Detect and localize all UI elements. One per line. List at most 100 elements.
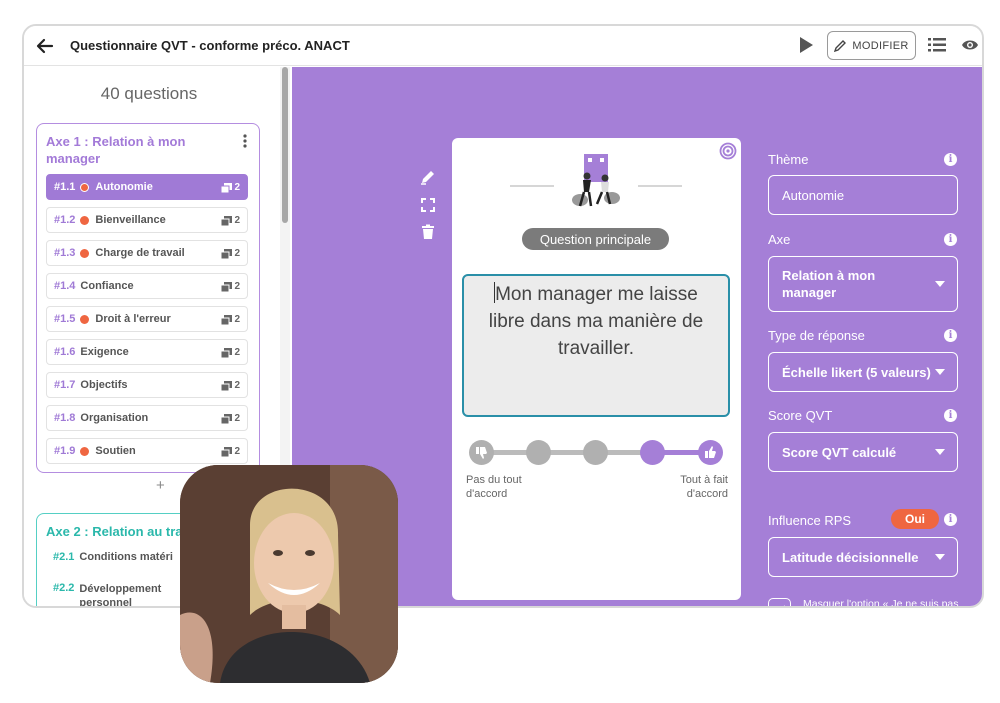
copy-icon (221, 215, 233, 226)
likert-option-2[interactable] (526, 440, 551, 465)
edit-pen-icon[interactable] (420, 169, 436, 185)
question-item[interactable]: #1.6 Exigence 2 (46, 339, 248, 365)
scale-left-label: Pas du tout d'accord (466, 474, 522, 500)
copy-count[interactable]: 2 (221, 380, 240, 391)
info-icon[interactable]: i (944, 233, 957, 246)
status-dot (80, 446, 90, 456)
pencil-icon (834, 40, 847, 52)
response-type-value: Échelle likert (5 valeurs) (782, 364, 931, 380)
question-label: Soutien (95, 445, 136, 457)
axe-card-1[interactable]: Axe 1 : Relation à mon manager #1.1 Auto… (36, 123, 260, 473)
question-number: #1.3 (54, 247, 76, 259)
axe-title: Axe 1 : Relation à mon manager (46, 134, 186, 166)
rps-label: Influence RPS (768, 513, 852, 528)
chevron-down-icon (935, 281, 945, 287)
copy-count[interactable]: 2 (221, 248, 240, 259)
theme-input[interactable]: Autonomie (768, 175, 958, 215)
response-type-select[interactable]: Échelle likert (5 valeurs) (768, 352, 958, 392)
trash-icon[interactable] (420, 224, 436, 240)
question-item[interactable]: #1.4 Confiance 2 (46, 273, 248, 299)
app-window: Questionnaire QVT - conforme préco. ANAC… (22, 24, 984, 608)
question-label: Bienveillance (95, 214, 166, 226)
copy-count[interactable]: 2 (221, 314, 240, 325)
question-item[interactable]: #1.8 Organisation 2 (46, 405, 248, 431)
axe-value: Relation à mon manager (782, 268, 876, 300)
question-card[interactable]: Question principale Mon manager me laiss… (452, 138, 741, 600)
question-number: #1.4 (54, 280, 76, 292)
info-icon[interactable]: i (944, 153, 957, 166)
hide-option-checkbox[interactable] (768, 598, 791, 606)
copy-count-value: 2 (234, 380, 240, 391)
sidebar-scroll-thumb[interactable] (282, 67, 288, 223)
copy-count-value: 2 (234, 215, 240, 226)
kebab-menu-icon[interactable] (243, 134, 247, 148)
copy-count[interactable]: 2 (221, 413, 240, 424)
page-title: Questionnaire QVT - conforme préco. ANAC… (70, 38, 350, 53)
score-value: Score QVT calculé (782, 444, 897, 460)
rps-select[interactable]: Latitude décisionnelle (768, 537, 958, 577)
question-label: Objectifs (80, 379, 128, 391)
check-icon (783, 605, 785, 606)
status-dot (80, 314, 90, 324)
list-icon[interactable] (928, 37, 946, 53)
meeting-illustration-icon (510, 154, 682, 207)
question-count: 40 questions (100, 84, 198, 103)
copy-count-value: 2 (234, 314, 240, 325)
question-label: Conditions matéri (79, 551, 173, 563)
rps-toggle-badge[interactable]: Oui (891, 509, 939, 529)
likert-option-1[interactable] (469, 440, 494, 465)
fullscreen-icon[interactable] (420, 197, 436, 213)
back-arrow-icon[interactable] (34, 35, 56, 57)
hide-option-label: Masquer l'option « Je ne suis pas concer… (803, 598, 959, 608)
status-dot (80, 248, 90, 258)
chevron-down-icon (935, 449, 945, 455)
copy-icon (221, 446, 233, 457)
question-label: Droit à l'erreur (95, 313, 171, 325)
copy-count[interactable]: 2 (221, 281, 240, 292)
question-number: #1.2 (54, 214, 76, 226)
copy-count-value: 2 (234, 446, 240, 457)
info-icon[interactable]: i (944, 513, 957, 526)
question-type-tag: Question principale (522, 228, 669, 250)
add-axe-button[interactable]: + (156, 477, 165, 494)
top-bar: Questionnaire QVT - conforme préco. ANAC… (24, 26, 982, 66)
theme-value: Autonomie (782, 187, 845, 203)
question-item[interactable]: #1.9 Soutien 2 (46, 438, 248, 464)
chevron-down-icon (935, 554, 945, 560)
status-dot (80, 182, 90, 192)
question-label: Exigence (80, 346, 129, 358)
question-item[interactable]: #1.1 Autonomie 2 (46, 174, 248, 200)
likert-option-5[interactable] (698, 440, 723, 465)
play-icon[interactable] (798, 36, 814, 54)
rps-value: Latitude décisionnelle (782, 549, 919, 565)
question-item[interactable]: #1.5 Droit à l'erreur 2 (46, 306, 248, 332)
question-item[interactable]: #1.7 Objectifs 2 (46, 372, 248, 398)
question-text-editor[interactable]: Mon manager me laisse libre dans ma mani… (462, 274, 730, 417)
question-item[interactable]: #1.2 Bienveillance 2 (46, 207, 248, 233)
copy-count[interactable]: 2 (221, 182, 240, 193)
thumbs-up-icon (705, 446, 716, 458)
copy-count[interactable]: 2 (221, 215, 240, 226)
copy-icon (221, 314, 233, 325)
likert-option-4[interactable] (640, 440, 665, 465)
scale-right-label: Tout à fait d'accord (680, 474, 728, 500)
copy-count[interactable]: 2 (221, 446, 240, 457)
axe-label: Axe (768, 232, 791, 247)
modifier-button[interactable]: MODIFIER (827, 31, 916, 60)
copy-icon (221, 248, 233, 259)
eye-icon[interactable] (961, 37, 979, 53)
info-icon[interactable]: i (944, 329, 957, 342)
score-select[interactable]: Score QVT calculé (768, 432, 958, 472)
axe-select[interactable]: Relation à mon manager (768, 256, 958, 312)
user-portrait-photo (180, 465, 398, 683)
question-label: Développement personnel (79, 583, 162, 608)
theme-label: Thème (768, 152, 809, 167)
info-icon[interactable]: i (944, 409, 957, 422)
likert-option-3[interactable] (583, 440, 608, 465)
question-item[interactable]: #1.3 Charge de travail 2 (46, 240, 248, 266)
portrait-illustration (180, 465, 398, 683)
question-number: #2.2 (53, 582, 75, 594)
copy-count[interactable]: 2 (221, 347, 240, 358)
target-icon[interactable] (719, 142, 737, 160)
question-label: Organisation (80, 412, 149, 424)
